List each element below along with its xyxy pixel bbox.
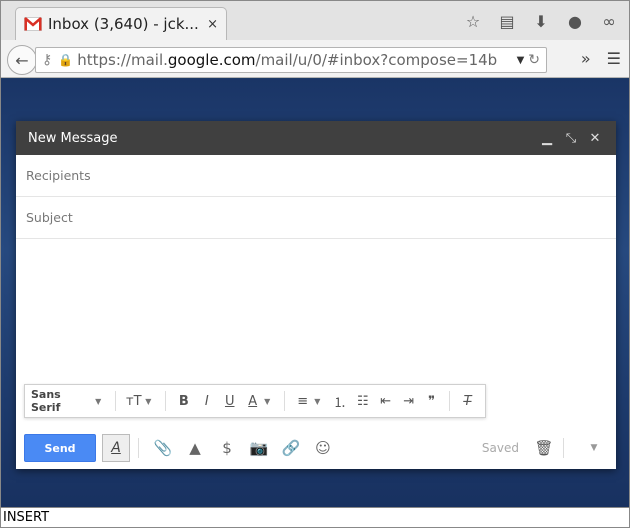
back-button[interactable]: ←	[7, 45, 37, 75]
key-icon: ⚷	[42, 52, 53, 68]
chat-icon[interactable]: ●	[563, 9, 587, 33]
font-size-icon[interactable]: тT	[122, 389, 145, 413]
formatting-toolbar: Sans Serif ▼ тT ▼ B I U A ▼ ≡ ▼ ⒈ ☷ ⇤ ⇥ …	[24, 384, 486, 418]
navigation-bar: ← ⚷ 🔒 https://mail.google.com/mail/u/0/#…	[1, 40, 629, 78]
divider	[165, 391, 167, 411]
align-icon[interactable]: ≡	[291, 389, 314, 413]
divider	[284, 391, 286, 411]
text-color-icon[interactable]: A	[241, 389, 264, 413]
vim-status-bar: INSERT	[1, 507, 629, 527]
url-dropdown-icon[interactable]: ▼	[517, 55, 525, 66]
font-size-caret-icon[interactable]: ▼	[145, 397, 151, 406]
reading-list-icon[interactable]: ▤	[495, 9, 519, 33]
insert-link-icon[interactable]: 🔗	[278, 435, 304, 461]
url-suffix: /mail/u/0/#inbox?compose=14b	[255, 51, 498, 69]
italic-icon[interactable]: I	[195, 389, 218, 413]
reload-icon[interactable]: ↻	[528, 52, 540, 68]
divider	[563, 438, 564, 458]
lock-icon: 🔒	[58, 53, 74, 67]
bookmark-star-icon[interactable]: ☆	[461, 9, 485, 33]
text-color-caret-icon[interactable]: ▼	[264, 397, 270, 406]
gmail-icon	[24, 17, 42, 31]
subject-field[interactable]: Subject	[16, 197, 616, 239]
message-body[interactable]	[16, 239, 616, 379]
url-host: google.com	[167, 51, 256, 69]
compose-bottom-bar: Send A 📎 ▲ $ 📷 🔗 ☺ Saved 🗑 ▼	[16, 427, 616, 469]
url-text: https://mail.google.com/mail/u/0/#inbox?…	[77, 51, 512, 69]
recipients-field[interactable]: Recipients	[16, 155, 616, 197]
toolbar-icons: ☆ ▤ ⬇ ● ∞	[461, 9, 621, 33]
font-family-select[interactable]: Sans Serif	[31, 388, 91, 414]
bold-icon[interactable]: B	[172, 389, 195, 413]
remove-formatting-icon[interactable]: T̶	[456, 389, 479, 413]
quote-icon[interactable]: ❞	[420, 389, 443, 413]
indent-less-icon[interactable]: ⇤	[374, 389, 397, 413]
attach-file-icon[interactable]: 📎	[150, 435, 176, 461]
formatting-options-icon[interactable]: A	[102, 434, 130, 462]
emoji-icon[interactable]: ☺	[310, 435, 336, 461]
send-money-icon[interactable]: $	[214, 435, 240, 461]
tab-bar: Inbox (3,640) - jck... × ☆ ▤ ⬇ ● ∞	[1, 1, 629, 40]
tab-title: Inbox (3,640) - jck...	[48, 15, 199, 33]
compose-header: New Message ▁ ⤡ ✕	[16, 121, 616, 155]
compose-title: New Message	[28, 130, 118, 146]
numbered-list-icon[interactable]: ⒈	[328, 389, 351, 413]
send-button[interactable]: Send	[24, 434, 96, 462]
browser-window: Inbox (3,640) - jck... × ☆ ▤ ⬇ ● ∞ ← ⚷ 🔒…	[0, 0, 630, 528]
tab-inbox[interactable]: Inbox (3,640) - jck... ×	[15, 7, 227, 40]
compose-window: New Message ▁ ⤡ ✕ Recipients Subject San…	[16, 121, 616, 469]
menu-icon[interactable]: ☰	[607, 49, 621, 68]
align-caret-icon[interactable]: ▼	[314, 397, 320, 406]
close-icon[interactable]: ✕	[586, 129, 604, 147]
url-prefix: https://mail.	[77, 51, 168, 69]
overflow-chevron-icon[interactable]: »	[581, 49, 591, 68]
more-options-icon[interactable]: ▼	[580, 443, 608, 453]
font-family-caret-icon[interactable]: ▼	[95, 397, 101, 406]
expand-icon[interactable]: ⤡	[562, 129, 580, 147]
discard-draft-icon[interactable]: 🗑	[533, 437, 555, 459]
divider	[115, 391, 117, 411]
google-drive-icon[interactable]: ▲	[182, 435, 208, 461]
insert-photo-icon[interactable]: 📷	[246, 435, 272, 461]
indent-more-icon[interactable]: ⇥	[397, 389, 420, 413]
divider	[449, 391, 451, 411]
url-bar[interactable]: ⚷ 🔒 https://mail.google.com/mail/u/0/#in…	[35, 47, 547, 73]
bulleted-list-icon[interactable]: ☷	[351, 389, 374, 413]
download-icon[interactable]: ⬇	[529, 9, 553, 33]
tab-close-icon[interactable]: ×	[207, 17, 218, 32]
saved-status: Saved	[481, 441, 519, 455]
divider	[138, 438, 139, 458]
back-arrow-icon: ←	[15, 50, 29, 70]
underline-icon[interactable]: U	[218, 389, 241, 413]
nav-right-icons: » ☰	[581, 49, 621, 68]
minimize-icon[interactable]: ▁	[538, 129, 556, 147]
mask-icon[interactable]: ∞	[597, 9, 621, 33]
